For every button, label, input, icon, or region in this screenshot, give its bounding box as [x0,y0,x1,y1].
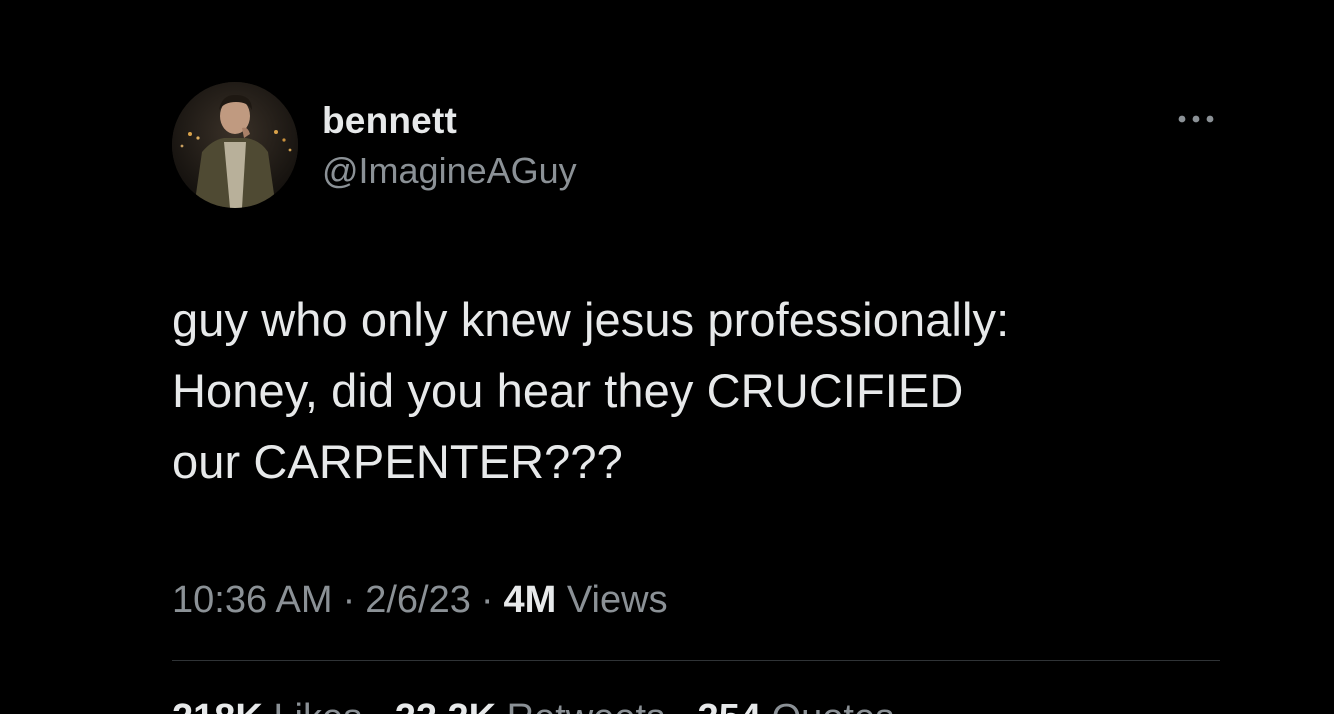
separator-dot: · [342,579,356,621]
avatar[interactable] [172,82,298,208]
views-label: Views [566,579,668,621]
tweet-meta: 10:36 AM · 2/6/23 · 4M Views [172,576,668,624]
tweet-card: bennett @ImagineAGuy guy who only knew j… [0,0,1334,714]
likes-count: 218K [172,697,263,714]
separator-dot: · [480,579,494,621]
author-info: bennett @ImagineAGuy [322,98,577,194]
tweet-text-line: Honey, did you hear they CRUCIFIED [172,364,964,417]
quotes-label: Quotes [772,697,895,714]
user-handle[interactable]: @ImagineAGuy [322,148,577,194]
retweets-stat[interactable]: 22.2K Retweets [395,697,665,714]
more-horizontal-icon [1178,115,1214,123]
views-count: 4M [503,579,557,621]
divider [172,660,1220,661]
retweets-label: Retweets [507,697,665,714]
likes-label: Likes [273,697,362,714]
tweet-text: guy who only knew jesus professionally: … [172,284,1272,497]
tweet-time[interactable]: 10:36 AM [172,579,333,621]
quotes-stat[interactable]: 354 Quotes [698,697,895,714]
tweet-text-line: our CARPENTER??? [172,435,623,488]
tweet-text-line: guy who only knew jesus professionally: [172,293,1010,346]
tweet-date[interactable]: 2/6/23 [365,579,471,621]
retweets-count: 22.2K [395,697,496,714]
display-name[interactable]: bennett [322,98,577,144]
avatar-photo [172,82,298,208]
likes-stat[interactable]: 218K Likes [172,697,362,714]
more-options-button[interactable] [1170,104,1222,134]
tweet-stats: 218K Likes 22.2K Retweets 354 Quotes [172,694,916,714]
quotes-count: 354 [698,697,761,714]
